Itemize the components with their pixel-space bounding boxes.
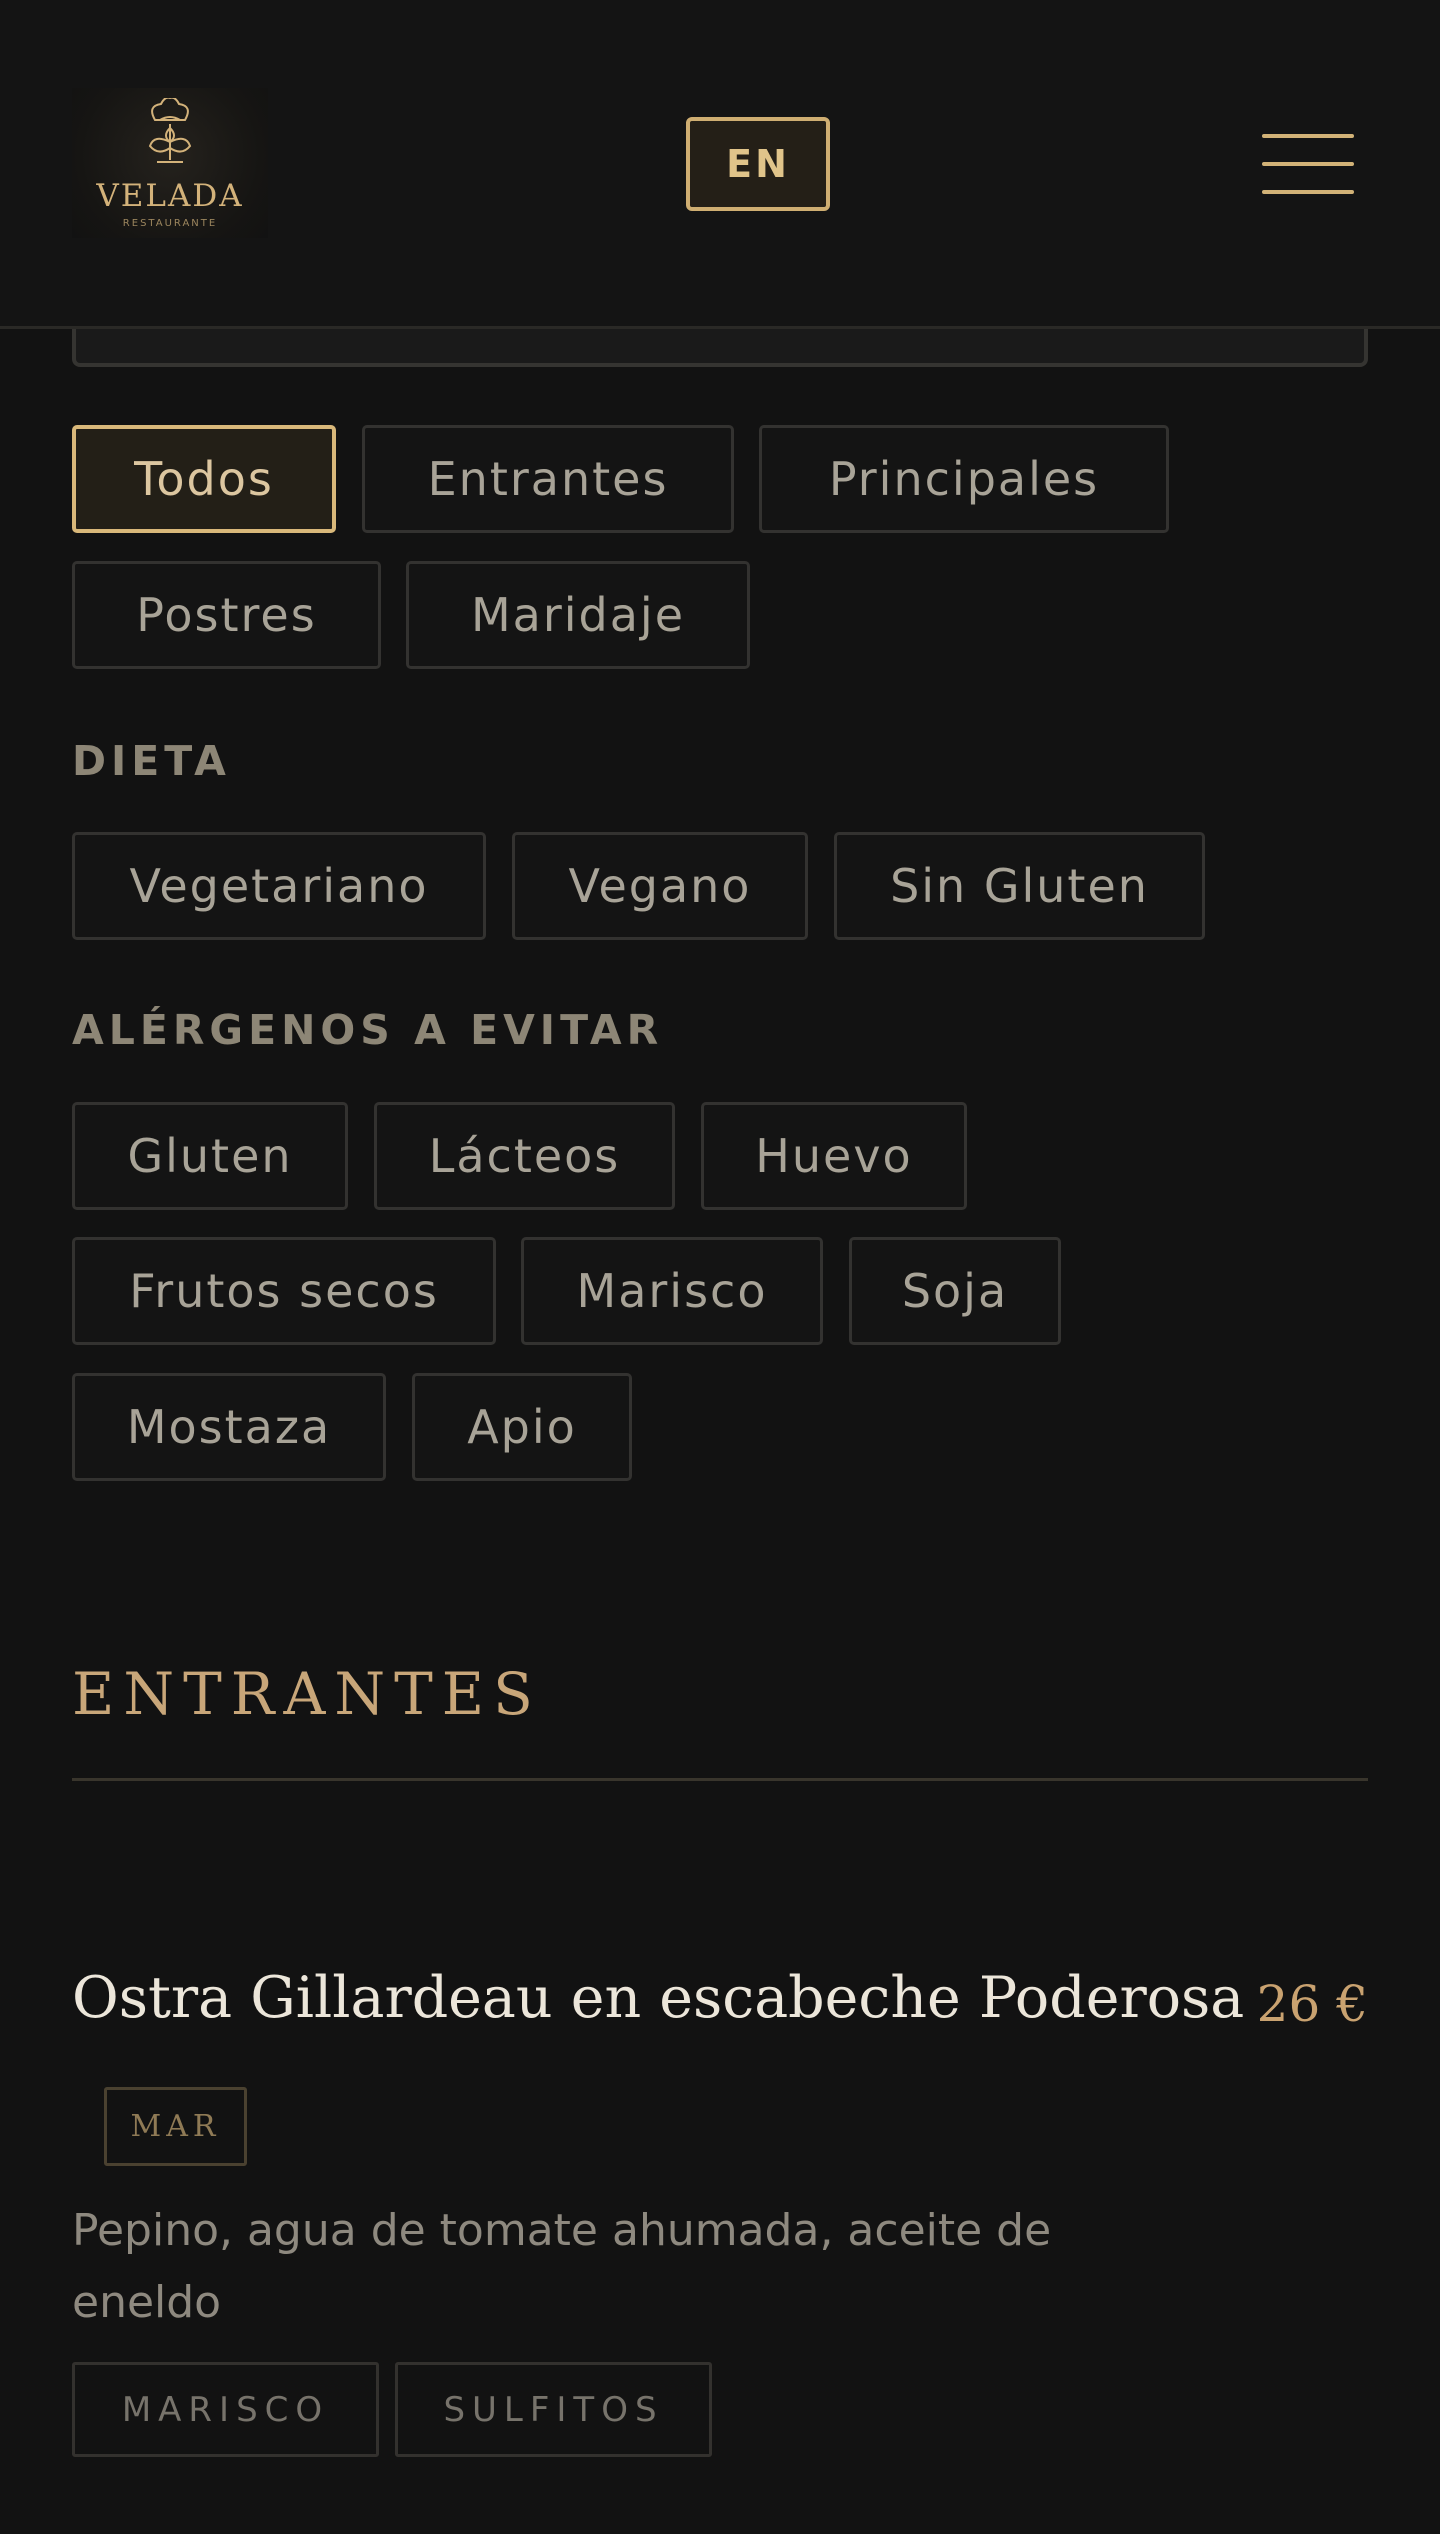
dish-allergen-tag-sulfitos: SULFITOS [395, 2362, 712, 2457]
menu-line [1262, 134, 1354, 138]
allergens-label: ALÉRGENOS A EVITAR [72, 1006, 664, 1054]
allergen-chip-marisco[interactable]: Marisco [521, 1237, 823, 1345]
hamburger-menu-icon[interactable] [1262, 134, 1354, 194]
dish-origin-tag: MAR [104, 2087, 247, 2166]
category-chip-postres[interactable]: Postres [72, 561, 381, 669]
category-chip-principales[interactable]: Principales [759, 425, 1169, 533]
allergen-chip-huevo[interactable]: Huevo [701, 1102, 967, 1210]
allergen-chip-lacteos[interactable]: Lácteos [374, 1102, 675, 1210]
category-chip-todos[interactable]: Todos [72, 425, 336, 533]
flower-crown-logo-icon [148, 98, 192, 163]
diet-chip-vegetariano[interactable]: Vegetariano [72, 832, 486, 940]
allergen-chip-mostaza[interactable]: Mostaza [72, 1373, 386, 1481]
allergen-chip-gluten[interactable]: Gluten [72, 1102, 348, 1210]
dish-name: Ostra Gillardeau en escabeche Poderosa [72, 1965, 1245, 2031]
logo-subtitle: RESTAURANTE [122, 218, 218, 229]
menu-line [1262, 190, 1354, 194]
section-title: ENTRANTES [72, 1660, 542, 1728]
dish-description: Pepino, agua de tomate ahumada, aceite d… [72, 2205, 1052, 2328]
logo-name: VELADA [96, 178, 244, 214]
category-chip-maridaje[interactable]: Maridaje [406, 561, 750, 669]
allergen-chip-apio[interactable]: Apio [412, 1373, 632, 1481]
diet-chip-vegano[interactable]: Vegano [512, 832, 808, 940]
category-chip-entrantes[interactable]: Entrantes [362, 425, 734, 533]
section-divider [72, 1778, 1368, 1781]
diet-chip-sin-gluten[interactable]: Sin Gluten [834, 832, 1205, 940]
diet-label: DIETA [72, 737, 231, 785]
language-toggle-button[interactable]: EN [686, 117, 830, 211]
dish-allergen-tag-marisco: MARISCO [72, 2362, 379, 2457]
site-header: VELADA RESTAURANTE EN [0, 0, 1440, 329]
dish-price: 26 € [1256, 1975, 1368, 2033]
allergen-chip-soja[interactable]: Soja [849, 1237, 1061, 1345]
menu-line [1262, 162, 1354, 166]
allergen-chip-frutos-secos[interactable]: Frutos secos [72, 1237, 496, 1345]
restaurant-logo[interactable]: VELADA RESTAURANTE [72, 88, 268, 238]
